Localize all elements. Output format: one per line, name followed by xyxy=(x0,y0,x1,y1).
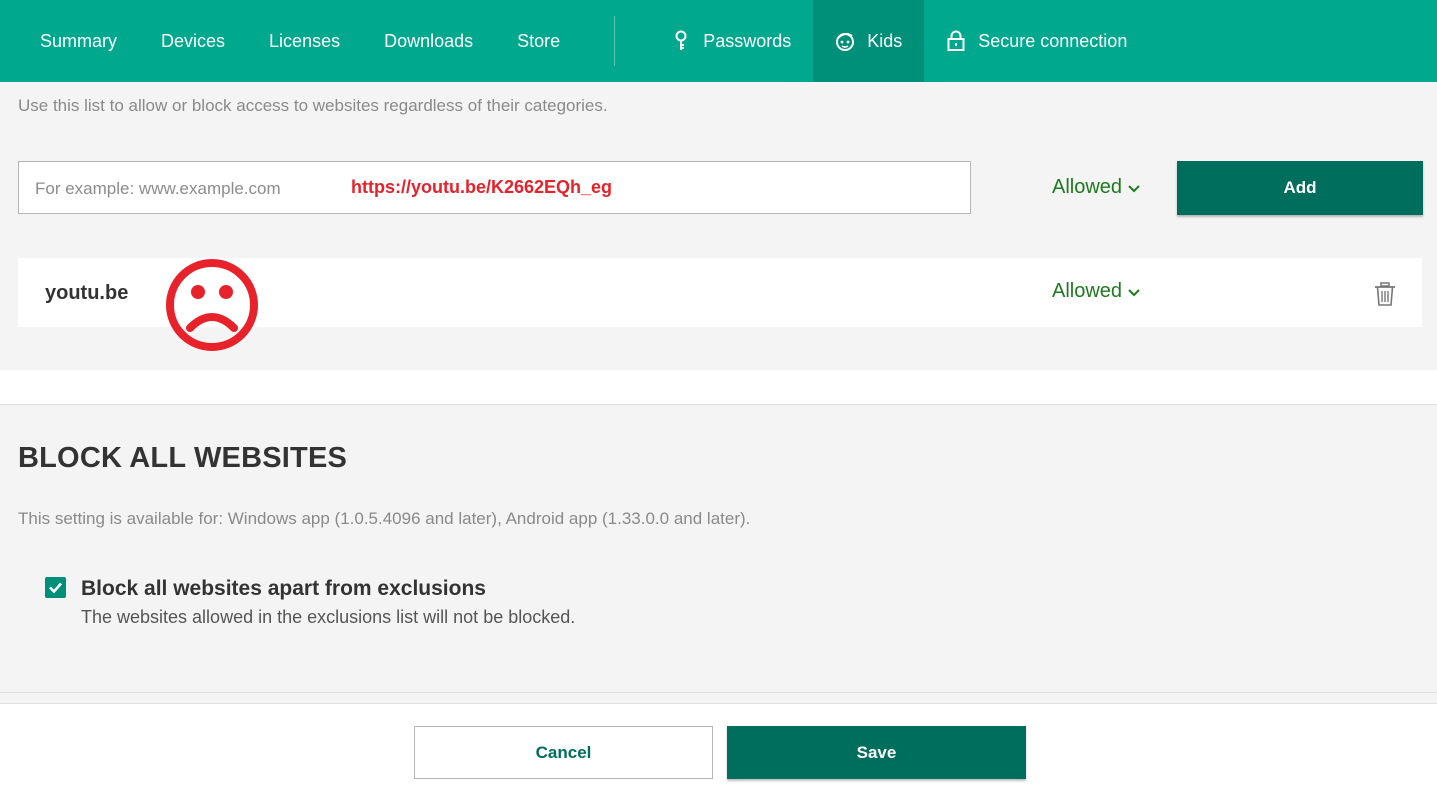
nav-licenses-label: Licenses xyxy=(269,30,341,51)
block-all-checkbox-label[interactable]: Block all websites apart from exclusions xyxy=(81,577,486,601)
footer-bar: Cancel Save xyxy=(0,703,1437,805)
nav-secure-connection-label: Secure connection xyxy=(978,30,1128,51)
block-all-heading: BLOCK ALL WEBSITES xyxy=(18,442,348,474)
new-entry-mode-dropdown[interactable]: Allowed xyxy=(1052,176,1140,199)
url-input[interactable] xyxy=(33,162,337,215)
add-button-label: Add xyxy=(1283,178,1317,197)
checkmark-icon xyxy=(49,582,62,594)
save-button-label: Save xyxy=(856,742,897,762)
nav-store[interactable]: Store xyxy=(495,0,582,82)
save-button[interactable]: Save xyxy=(727,726,1026,779)
cancel-button[interactable]: Cancel xyxy=(414,726,713,779)
availability-note: This setting is available for: Windows a… xyxy=(18,509,751,528)
chevron-down-icon xyxy=(1128,185,1140,193)
key-icon xyxy=(671,30,691,52)
exclusions-description: Use this list to allow or block access t… xyxy=(18,96,608,115)
trash-icon[interactable] xyxy=(1374,282,1396,306)
nav-downloads-label: Downloads xyxy=(384,30,474,51)
nav-summary[interactable]: Summary xyxy=(0,0,139,82)
top-navigation: Summary Devices Licenses Downloads Store… xyxy=(0,0,1437,82)
exclusion-domain: youtu.be xyxy=(45,282,129,304)
add-button[interactable]: Add xyxy=(1177,161,1423,215)
cancel-button-label: Cancel xyxy=(535,742,592,762)
block-all-checkbox[interactable] xyxy=(45,577,66,598)
chevron-down-icon xyxy=(1128,289,1140,297)
block-all-checkbox-description: The websites allowed in the exclusions l… xyxy=(81,607,576,627)
nav-kids[interactable]: Kids xyxy=(813,0,925,82)
nav-passwords[interactable]: Passwords xyxy=(649,0,813,82)
nav-devices-label: Devices xyxy=(161,30,226,51)
nav-kids-label: Kids xyxy=(867,30,903,51)
url-input-container: https://youtu.be/K2662EQh_eg xyxy=(18,161,971,215)
nav-secure-connection[interactable]: Secure connection xyxy=(924,0,1149,82)
entry-mode-label: Allowed xyxy=(1052,280,1123,302)
nav-licenses[interactable]: Licenses xyxy=(247,0,362,82)
nav-devices[interactable]: Devices xyxy=(139,0,247,82)
kid-face-icon xyxy=(835,30,855,52)
nav-divider xyxy=(614,16,616,66)
lock-icon xyxy=(946,30,966,52)
sad-face-icon xyxy=(166,259,258,351)
annotation-url: https://youtu.be/K2662EQh_eg xyxy=(351,177,613,197)
nav-store-label: Store xyxy=(517,30,561,51)
entry-mode-dropdown[interactable]: Allowed xyxy=(1052,280,1140,303)
new-entry-mode-label: Allowed xyxy=(1052,176,1123,198)
nav-passwords-label: Passwords xyxy=(703,30,792,51)
nav-summary-label: Summary xyxy=(40,30,118,51)
footer-divider xyxy=(0,692,1437,693)
section-separator xyxy=(0,370,1437,405)
nav-downloads[interactable]: Downloads xyxy=(362,0,495,82)
